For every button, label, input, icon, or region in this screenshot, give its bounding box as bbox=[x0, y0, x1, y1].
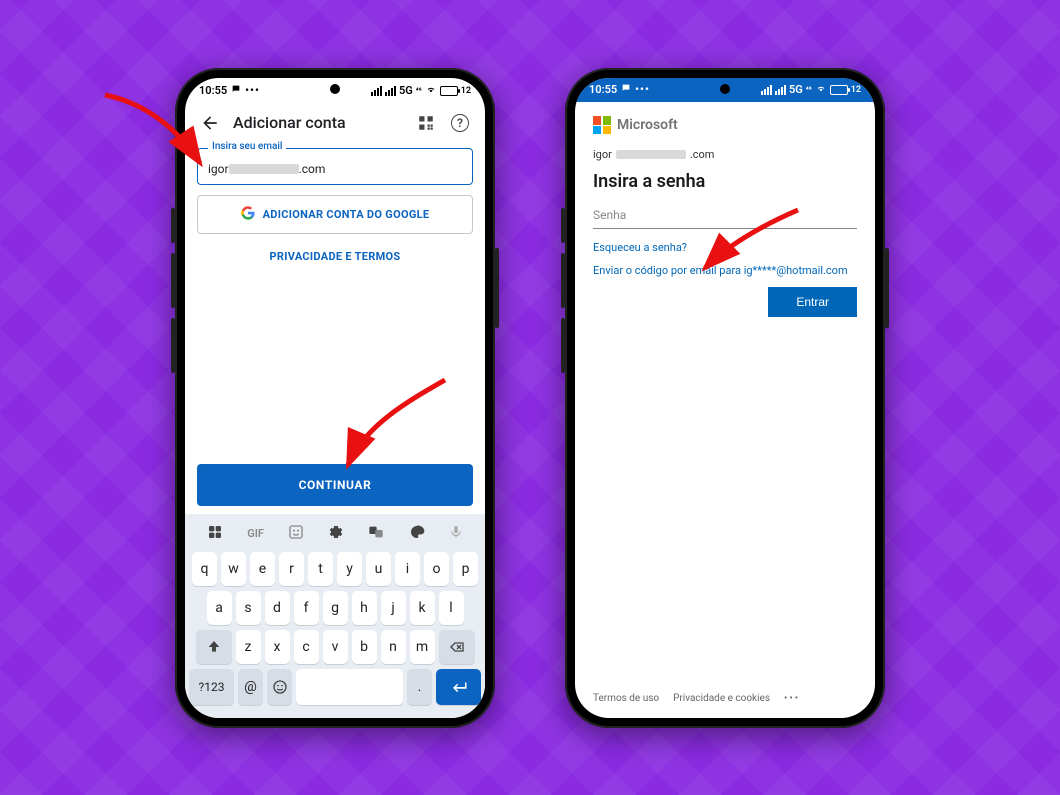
add-google-account-button[interactable]: ADICIONAR CONTA DO GOOGLE bbox=[197, 195, 473, 234]
more-dots-icon: ••• bbox=[245, 84, 260, 97]
phone-mockup-right: 10:55 ••• 5G ⁴⁶ 12 bbox=[565, 68, 885, 728]
key-z[interactable]: z bbox=[236, 630, 261, 664]
help-icon[interactable]: ? bbox=[449, 112, 471, 134]
chat-bubble-icon bbox=[231, 84, 241, 97]
redacted-segment bbox=[229, 164, 299, 174]
sign-in-button[interactable]: Entrar bbox=[768, 287, 857, 317]
camera-notch bbox=[720, 84, 730, 94]
volte-icon: ⁴⁶ bbox=[416, 86, 422, 95]
footer-privacy-link[interactable]: Privacidade e cookies bbox=[673, 693, 770, 704]
enter-password-heading: Insira a senha bbox=[593, 171, 857, 192]
footer-links: Termos de uso Privacidade e cookies ••• bbox=[593, 683, 857, 718]
google-logo-icon bbox=[241, 206, 255, 223]
key-mode-switch[interactable]: ?123 bbox=[189, 669, 234, 705]
status-time: 10:55 bbox=[589, 83, 617, 96]
wifi-icon bbox=[815, 83, 827, 96]
key-period[interactable]: . bbox=[407, 669, 432, 705]
signal-bars-icon bbox=[761, 85, 772, 95]
kbd-settings-icon[interactable] bbox=[328, 524, 344, 544]
key-n[interactable]: n bbox=[381, 630, 406, 664]
key-a[interactable]: a bbox=[207, 591, 232, 625]
battery-icon: 12 bbox=[830, 85, 861, 95]
microsoft-wordmark: Microsoft bbox=[617, 117, 678, 133]
add-google-account-label: ADICIONAR CONTA DO GOOGLE bbox=[263, 208, 430, 221]
key-y[interactable]: y bbox=[337, 552, 362, 586]
more-dots-icon: ••• bbox=[635, 83, 650, 96]
kbd-mic-icon[interactable] bbox=[449, 524, 463, 544]
kbd-grid-icon[interactable] bbox=[207, 524, 223, 544]
appbar-title: Adicionar conta bbox=[233, 113, 403, 132]
status-time: 10:55 bbox=[199, 84, 227, 97]
key-w[interactable]: w bbox=[221, 552, 246, 586]
key-j[interactable]: j bbox=[381, 591, 406, 625]
chat-bubble-icon bbox=[621, 83, 631, 96]
qr-code-icon[interactable] bbox=[415, 112, 437, 134]
key-k[interactable]: k bbox=[410, 591, 435, 625]
microsoft-logo: Microsoft bbox=[593, 116, 857, 134]
back-arrow-icon[interactable] bbox=[199, 112, 221, 134]
continue-button-label: CONTINUAR bbox=[299, 478, 372, 492]
send-code-link[interactable]: Enviar o código por email para ig*****@h… bbox=[593, 264, 857, 277]
kbd-row-1: q w e r t y u i o p bbox=[189, 552, 481, 586]
password-input[interactable]: Senha bbox=[593, 204, 857, 229]
key-emoji[interactable] bbox=[267, 669, 292, 705]
email-prefix: igor bbox=[208, 162, 229, 176]
key-h[interactable]: h bbox=[352, 591, 377, 625]
network-label: 5G bbox=[789, 83, 803, 96]
wifi-icon bbox=[425, 84, 437, 97]
network-label: 5G bbox=[399, 84, 413, 97]
kbd-sticker-icon[interactable] bbox=[288, 524, 304, 544]
footer-terms-link[interactable]: Termos de uso bbox=[593, 693, 659, 704]
key-p[interactable]: p bbox=[453, 552, 478, 586]
kbd-gif-icon[interactable]: GIF bbox=[247, 527, 264, 540]
email-input[interactable]: Insira seu email igor.com bbox=[197, 148, 473, 185]
key-d[interactable]: d bbox=[265, 591, 290, 625]
email-suffix: .com bbox=[299, 162, 326, 176]
key-c[interactable]: c bbox=[294, 630, 319, 664]
key-space[interactable] bbox=[296, 669, 403, 705]
key-b[interactable]: b bbox=[352, 630, 377, 664]
key-s[interactable]: s bbox=[236, 591, 261, 625]
key-l[interactable]: l bbox=[439, 591, 464, 625]
email-input-label: Insira seu email bbox=[208, 141, 286, 152]
kbd-row-3: z x c v b n m bbox=[189, 630, 481, 664]
key-i[interactable]: i bbox=[395, 552, 420, 586]
key-g[interactable]: g bbox=[323, 591, 348, 625]
account-email: igor.com bbox=[593, 148, 857, 161]
app-bar: Adicionar conta ? bbox=[185, 104, 485, 142]
kbd-row-4: ?123 @ . bbox=[189, 669, 481, 705]
key-x[interactable]: x bbox=[265, 630, 290, 664]
camera-notch bbox=[330, 84, 340, 94]
key-enter[interactable] bbox=[436, 669, 481, 705]
key-m[interactable]: m bbox=[410, 630, 435, 664]
microsoft-logo-icon bbox=[593, 116, 611, 134]
key-v[interactable]: v bbox=[323, 630, 348, 664]
sign-in-button-label: Entrar bbox=[796, 295, 829, 309]
key-r[interactable]: r bbox=[279, 552, 304, 586]
keyboard: GIF q w e bbox=[185, 514, 485, 718]
key-backspace[interactable] bbox=[439, 630, 475, 664]
volte-icon: ⁴⁶ bbox=[806, 85, 812, 94]
kbd-translate-icon[interactable] bbox=[368, 524, 384, 544]
privacy-terms-link[interactable]: PRIVACIDADE E TERMOS bbox=[197, 244, 473, 263]
signal-bars-icon-2 bbox=[775, 85, 786, 95]
key-u[interactable]: u bbox=[366, 552, 391, 586]
battery-icon: 12 bbox=[440, 86, 471, 96]
key-o[interactable]: o bbox=[424, 552, 449, 586]
footer-more-icon[interactable]: ••• bbox=[784, 693, 800, 704]
key-shift[interactable] bbox=[196, 630, 232, 664]
forgot-password-link[interactable]: Esqueceu a senha? bbox=[593, 241, 857, 254]
signal-bars-icon bbox=[371, 86, 382, 96]
key-q[interactable]: q bbox=[192, 552, 217, 586]
key-f[interactable]: f bbox=[294, 591, 319, 625]
continue-button[interactable]: CONTINUAR bbox=[197, 464, 473, 506]
key-t[interactable]: t bbox=[308, 552, 333, 586]
kbd-palette-icon[interactable] bbox=[409, 524, 425, 544]
phone-mockup-left: 10:55 ••• 5G ⁴⁶ 12 bbox=[175, 68, 495, 728]
signal-bars-icon-2 bbox=[385, 86, 396, 96]
key-at[interactable]: @ bbox=[238, 669, 263, 705]
key-e[interactable]: e bbox=[250, 552, 275, 586]
kbd-row-2: a s d f g h j k l bbox=[189, 591, 481, 625]
redacted-segment bbox=[616, 150, 686, 159]
